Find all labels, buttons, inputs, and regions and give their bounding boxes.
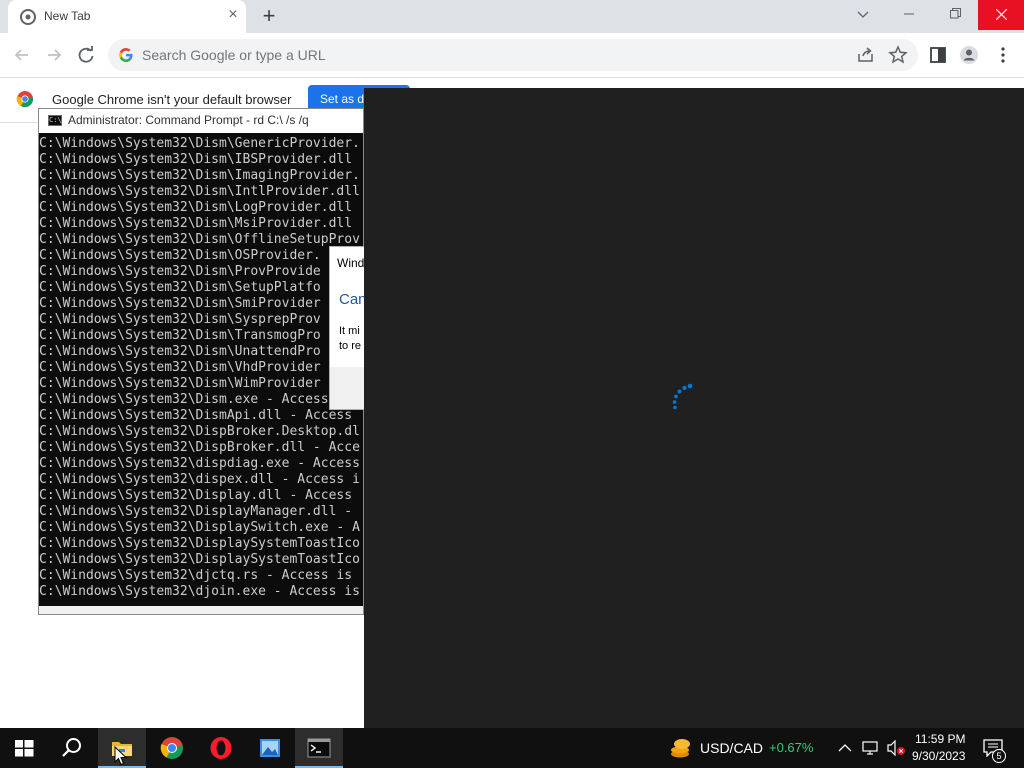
cmd-window-title: Administrator: Command Prompt - rd C:\ /…: [68, 113, 309, 127]
back-icon[interactable]: [11, 44, 33, 66]
taskbar-photos[interactable]: [246, 728, 294, 768]
cmd-output-line: C:\Windows\System32\Dism\GenericProvider…: [39, 136, 360, 151]
cmd-output-line: C:\Windows\System32\Dism\LogProvider.dll: [39, 200, 353, 215]
chrome-icon: [16, 91, 34, 108]
command-prompt-window[interactable]: C:\ Administrator: Command Prompt - rd C…: [38, 108, 364, 615]
cmd-output-line: C:\Windows\System32\DisplaySystemToastIc…: [39, 536, 360, 551]
cmd-output-line: C:\Windows\System32\djctq.rs - Access is: [39, 568, 353, 583]
tab-search-icon[interactable]: [840, 0, 886, 30]
cmd-titlebar[interactable]: C:\ Administrator: Command Prompt - rd C…: [39, 109, 363, 133]
taskbar-file-explorer[interactable]: [98, 728, 146, 768]
profile-icon[interactable]: [958, 44, 980, 66]
chrome-icon: [160, 737, 183, 759]
minimize-icon[interactable]: [886, 0, 932, 30]
taskbar-opera[interactable]: [197, 728, 245, 768]
windows-start-button[interactable]: [0, 728, 48, 768]
cmd-output-line: C:\Windows\System32\Dism\MsiProvider.dll: [39, 216, 353, 231]
cmd-horizontal-scrollbar[interactable]: [39, 606, 363, 614]
cmd-output-line: C:\Windows\System32\Dism\IBSProvider.dll: [39, 152, 353, 167]
opera-icon: [210, 737, 232, 759]
clock-date[interactable]: 9/30/2023: [912, 749, 965, 763]
windows-start-icon: [15, 740, 34, 757]
dialog-footer: [330, 367, 368, 409]
cmd-output: C:\Windows\System32\Dism\GenericProvider…: [39, 136, 363, 600]
ticker-label[interactable]: USD/CAD: [700, 740, 763, 756]
cmd-output-line: C:\Windows\System32\djoin.exe - Access i…: [39, 584, 360, 599]
terminal-icon: [307, 738, 331, 758]
cmd-output-line: C:\Windows\System32\Dism\SmiProvider: [39, 296, 321, 311]
cmd-output-line: C:\Windows\System32\Dism\IntlProvider.dl…: [39, 184, 360, 199]
taskbar: USD/CAD +0.67% 11:59 PM 9/30/2023 5: [0, 728, 1024, 768]
cmd-output-line: C:\Windows\System32\DisplayManager.dll -: [39, 504, 353, 519]
dialog-body-line: It mi: [339, 325, 360, 337]
cmd-output-line: C:\Windows\System32\DisplaySystemToastIc…: [39, 552, 360, 567]
chrome-icon: [20, 9, 36, 25]
menu-icon[interactable]: [992, 44, 1014, 66]
infobar-message: Google Chrome isn't your default browser: [52, 92, 292, 107]
cmd-output-line: C:\Windows\System32\Dism\VhdProvider: [39, 360, 321, 375]
dialog-body-line: to re: [339, 340, 362, 352]
taskbar-chrome[interactable]: [148, 728, 196, 768]
window-close-icon[interactable]: [978, 0, 1024, 30]
star-icon[interactable]: [887, 44, 909, 66]
cmd-icon: C:\: [48, 115, 62, 126]
ticker-change[interactable]: +0.67%: [769, 740, 813, 755]
forward-icon[interactable]: [43, 44, 65, 66]
tab-title: New Tab: [44, 9, 91, 23]
cmd-output-line: C:\Windows\System32\Dism\OfflineSetupPro…: [39, 232, 360, 247]
volume-muted-icon[interactable]: [886, 740, 906, 756]
cmd-output-line: C:\Windows\System32\Dism.exe - Access: [39, 392, 329, 407]
loading-overlay: [364, 88, 1024, 728]
cmd-output-line: C:\Windows\System32\Dism\TransmogPro: [39, 328, 321, 343]
cmd-output-line: C:\Windows\System32\DispBroker.Desktop.d…: [39, 424, 360, 439]
windows-dialog[interactable]: Wind Can It mi to re: [329, 246, 369, 410]
chrome-toolbar: [0, 33, 1024, 78]
share-icon[interactable]: [855, 44, 877, 66]
close-icon[interactable]: ×: [224, 6, 242, 24]
cmd-output-line: C:\Windows\System32\Dism\SysprepProv: [39, 312, 321, 327]
tab-new-tab[interactable]: New Tab ×: [8, 0, 246, 33]
cmd-output-line: C:\Windows\System32\Display.dll - Access: [39, 488, 353, 503]
search-icon: [62, 738, 81, 757]
reload-icon[interactable]: [75, 44, 97, 66]
network-icon[interactable]: [862, 740, 880, 756]
cmd-output-line: C:\Windows\System32\DisplaySwitch.exe - …: [39, 520, 360, 535]
taskbar-command-prompt[interactable]: [295, 728, 343, 768]
cmd-output-line: C:\Windows\System32\dispex.dll - Access …: [39, 472, 360, 487]
restore-icon[interactable]: [932, 0, 978, 30]
dialog-heading: Can: [339, 291, 367, 308]
cmd-output-line: C:\Windows\System32\Dism\OSProvider.: [39, 248, 321, 263]
notification-count-badge: 5: [992, 749, 1006, 763]
cmd-output-line: C:\Windows\System32\Dism\ImagingProvider…: [39, 168, 360, 183]
search-input[interactable]: [142, 39, 742, 71]
cmd-output-line: C:\Windows\System32\Dism\UnattendPro: [39, 344, 321, 359]
plus-icon[interactable]: +: [257, 5, 281, 29]
cmd-output-line: C:\Windows\System32\DispBroker.dll - Acc…: [39, 440, 360, 455]
omnibox[interactable]: [108, 39, 918, 71]
spinner-icon: [672, 383, 693, 410]
mouse-cursor-icon: [114, 746, 128, 766]
chevron-up-icon[interactable]: [838, 742, 852, 754]
cmd-output-line: C:\Windows\System32\dispdiag.exe - Acces…: [39, 456, 360, 471]
cmd-output-line: C:\Windows\System32\Dism\WimProvider: [39, 376, 321, 391]
dialog-title: Wind: [337, 256, 365, 270]
photos-icon: [260, 739, 280, 757]
clock-time[interactable]: 11:59 PM: [915, 732, 965, 746]
google-g-icon: [119, 48, 133, 62]
currency-icon: [671, 739, 690, 758]
cmd-output-line: C:\Windows\System32\Dism\ProvProvide: [39, 264, 321, 279]
cmd-output-line: C:\Windows\System32\DismApi.dll - Access: [39, 408, 353, 423]
chrome-tab-strip: New Tab × +: [0, 0, 1024, 33]
taskbar-search-button[interactable]: [48, 728, 96, 768]
cmd-output-line: C:\Windows\System32\Dism\SetupPlatfo: [39, 280, 321, 295]
side-panel-icon[interactable]: [927, 44, 949, 66]
